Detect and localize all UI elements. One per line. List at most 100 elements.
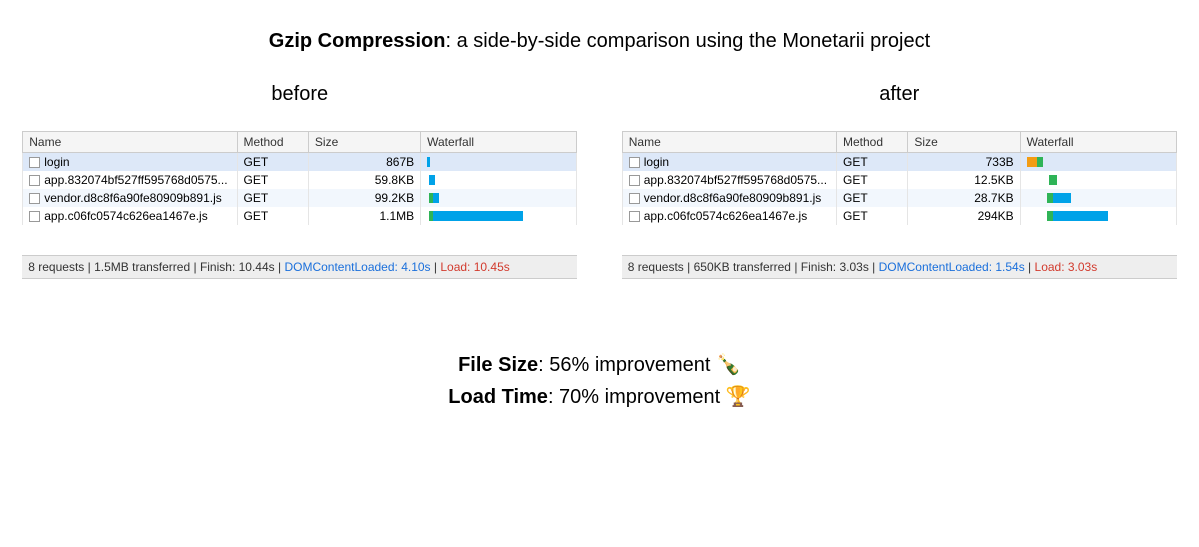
result-loadtime: Load Time: 70% improvement 🏆	[0, 381, 1199, 413]
before-panel: before Name Method Size Waterfall loginG…	[22, 83, 577, 279]
cell-waterfall	[1020, 189, 1176, 207]
summary-load: Load: 10.45s	[440, 260, 509, 274]
results: File Size: 56% improvement 🍾 Load Time: …	[0, 349, 1199, 413]
row-name-text: login	[44, 155, 69, 169]
title-bold: Gzip Compression	[269, 30, 446, 52]
cell-waterfall	[1020, 207, 1176, 225]
row-name-text: app.c06fc0574c626ea1467e.js	[644, 209, 807, 223]
table-row[interactable]: vendor.d8c8f6a90fe80909b891.js GET28.7KB	[622, 189, 1176, 207]
waterfall-segment	[1037, 157, 1043, 167]
header-size[interactable]: Size	[308, 132, 420, 153]
header-method[interactable]: Method	[837, 132, 908, 153]
cell-method: GET	[837, 189, 908, 207]
row-checkbox[interactable]	[629, 211, 640, 222]
row-name-text: app.832074bf527ff595768d0575...	[644, 173, 827, 187]
header-name[interactable]: Name	[622, 132, 836, 153]
cell-method: GET	[837, 171, 908, 189]
loadtime-value: : 70% improvement 🏆	[548, 386, 751, 408]
before-summary: 8 requests | 1.5MB transferred | Finish:…	[22, 255, 577, 279]
cell-size: 294KB	[908, 207, 1020, 225]
summary-dom: DOMContentLoaded: 4.10s	[284, 260, 430, 274]
summary-load: Load: 3.03s	[1035, 260, 1098, 274]
cell-method: GET	[237, 207, 308, 225]
table-row[interactable]: vendor.d8c8f6a90fe80909b891.jsGET99.2KB	[23, 189, 577, 207]
table-row[interactable]: app.c06fc0574c626ea1467e.js GET1.1MB	[23, 207, 577, 225]
cell-waterfall	[421, 153, 577, 172]
summary-transferred: 650KB transferred	[694, 260, 791, 274]
cell-name: app.c06fc0574c626ea1467e.js	[23, 207, 237, 225]
waterfall-track	[427, 155, 567, 169]
header-waterfall[interactable]: Waterfall	[1020, 132, 1176, 153]
title-rest: : a side-by-side comparison using the Mo…	[446, 30, 931, 52]
row-checkbox[interactable]	[629, 193, 640, 204]
waterfall-segment	[433, 211, 523, 221]
row-checkbox[interactable]	[29, 211, 40, 222]
cell-size: 59.8KB	[308, 171, 420, 189]
summary-reqs: 8 requests	[628, 260, 684, 274]
waterfall-track	[1027, 155, 1167, 169]
before-rows: loginGET867Bapp.832074bf527ff595768d0575…	[23, 153, 577, 226]
table-row[interactable]: app.832074bf527ff595768d0575... GET12.5KB	[622, 171, 1176, 189]
row-checkbox[interactable]	[29, 193, 40, 204]
summary-transferred: 1.5MB transferred	[94, 260, 190, 274]
row-checkbox[interactable]	[629, 157, 640, 168]
waterfall-segment	[1027, 157, 1037, 167]
waterfall-segment	[1053, 193, 1071, 203]
page-title: Gzip Compression: a side-by-side compari…	[0, 0, 1199, 63]
cell-waterfall	[1020, 171, 1176, 189]
after-table: Name Method Size Waterfall loginGET733Ba…	[622, 131, 1177, 225]
header-name[interactable]: Name	[23, 132, 237, 153]
cell-name: app.832074bf527ff595768d0575...	[622, 171, 836, 189]
cell-method: GET	[237, 171, 308, 189]
cell-name: app.c06fc0574c626ea1467e.js	[622, 207, 836, 225]
waterfall-track	[427, 173, 567, 187]
cell-size: 867B	[308, 153, 420, 172]
cell-name: vendor.d8c8f6a90fe80909b891.js	[23, 189, 237, 207]
cell-name: login	[23, 153, 237, 172]
table-row[interactable]: app.c06fc0574c626ea1467e.jsGET294KB	[622, 207, 1176, 225]
cell-method: GET	[837, 153, 908, 172]
waterfall-track	[1027, 209, 1167, 223]
after-summary: 8 requests | 650KB transferred | Finish:…	[622, 255, 1177, 279]
loadtime-label: Load Time	[448, 386, 548, 408]
header-size[interactable]: Size	[908, 132, 1020, 153]
cell-name: app.832074bf527ff595768d0575...	[23, 171, 237, 189]
waterfall-segment	[427, 157, 430, 167]
header-method[interactable]: Method	[237, 132, 308, 153]
table-row[interactable]: loginGET733B	[622, 153, 1176, 172]
row-name-text: app.c06fc0574c626ea1467e.js	[44, 209, 207, 223]
waterfall-segment	[429, 175, 435, 185]
table-row[interactable]: loginGET867B	[23, 153, 577, 172]
row-name-text: vendor.d8c8f6a90fe80909b891.js	[644, 191, 822, 205]
summary-finish: Finish: 3.03s	[801, 260, 869, 274]
cell-waterfall	[1020, 153, 1176, 172]
cell-method: GET	[237, 189, 308, 207]
cell-size: 28.7KB	[908, 189, 1020, 207]
summary-reqs: 8 requests	[28, 260, 84, 274]
waterfall-track	[427, 209, 567, 223]
waterfall-segment	[1053, 211, 1108, 221]
header-waterfall[interactable]: Waterfall	[421, 132, 577, 153]
cell-name: vendor.d8c8f6a90fe80909b891.js	[622, 189, 836, 207]
summary-finish: Finish: 10.44s	[200, 260, 275, 274]
result-filesize: File Size: 56% improvement 🍾	[0, 349, 1199, 381]
cell-size: 99.2KB	[308, 189, 420, 207]
after-panel: after Name Method Size Waterfall loginGE…	[622, 83, 1177, 279]
cell-size: 1.1MB	[308, 207, 420, 225]
cell-size: 12.5KB	[908, 171, 1020, 189]
waterfall-track	[1027, 191, 1167, 205]
waterfall-track	[427, 191, 567, 205]
filesize-label: File Size	[458, 354, 538, 376]
row-checkbox[interactable]	[29, 175, 40, 186]
cell-name: login	[622, 153, 836, 172]
waterfall-segment	[433, 193, 439, 203]
waterfall-segment	[1049, 175, 1057, 185]
row-name-text: login	[644, 155, 669, 169]
row-checkbox[interactable]	[29, 157, 40, 168]
table-row[interactable]: app.832074bf527ff595768d0575...GET59.8KB	[23, 171, 577, 189]
row-checkbox[interactable]	[629, 175, 640, 186]
cell-waterfall	[421, 207, 577, 225]
filesize-value: : 56% improvement 🍾	[538, 354, 741, 376]
comparison-panels: before Name Method Size Waterfall loginG…	[0, 83, 1199, 279]
cell-waterfall	[421, 189, 577, 207]
